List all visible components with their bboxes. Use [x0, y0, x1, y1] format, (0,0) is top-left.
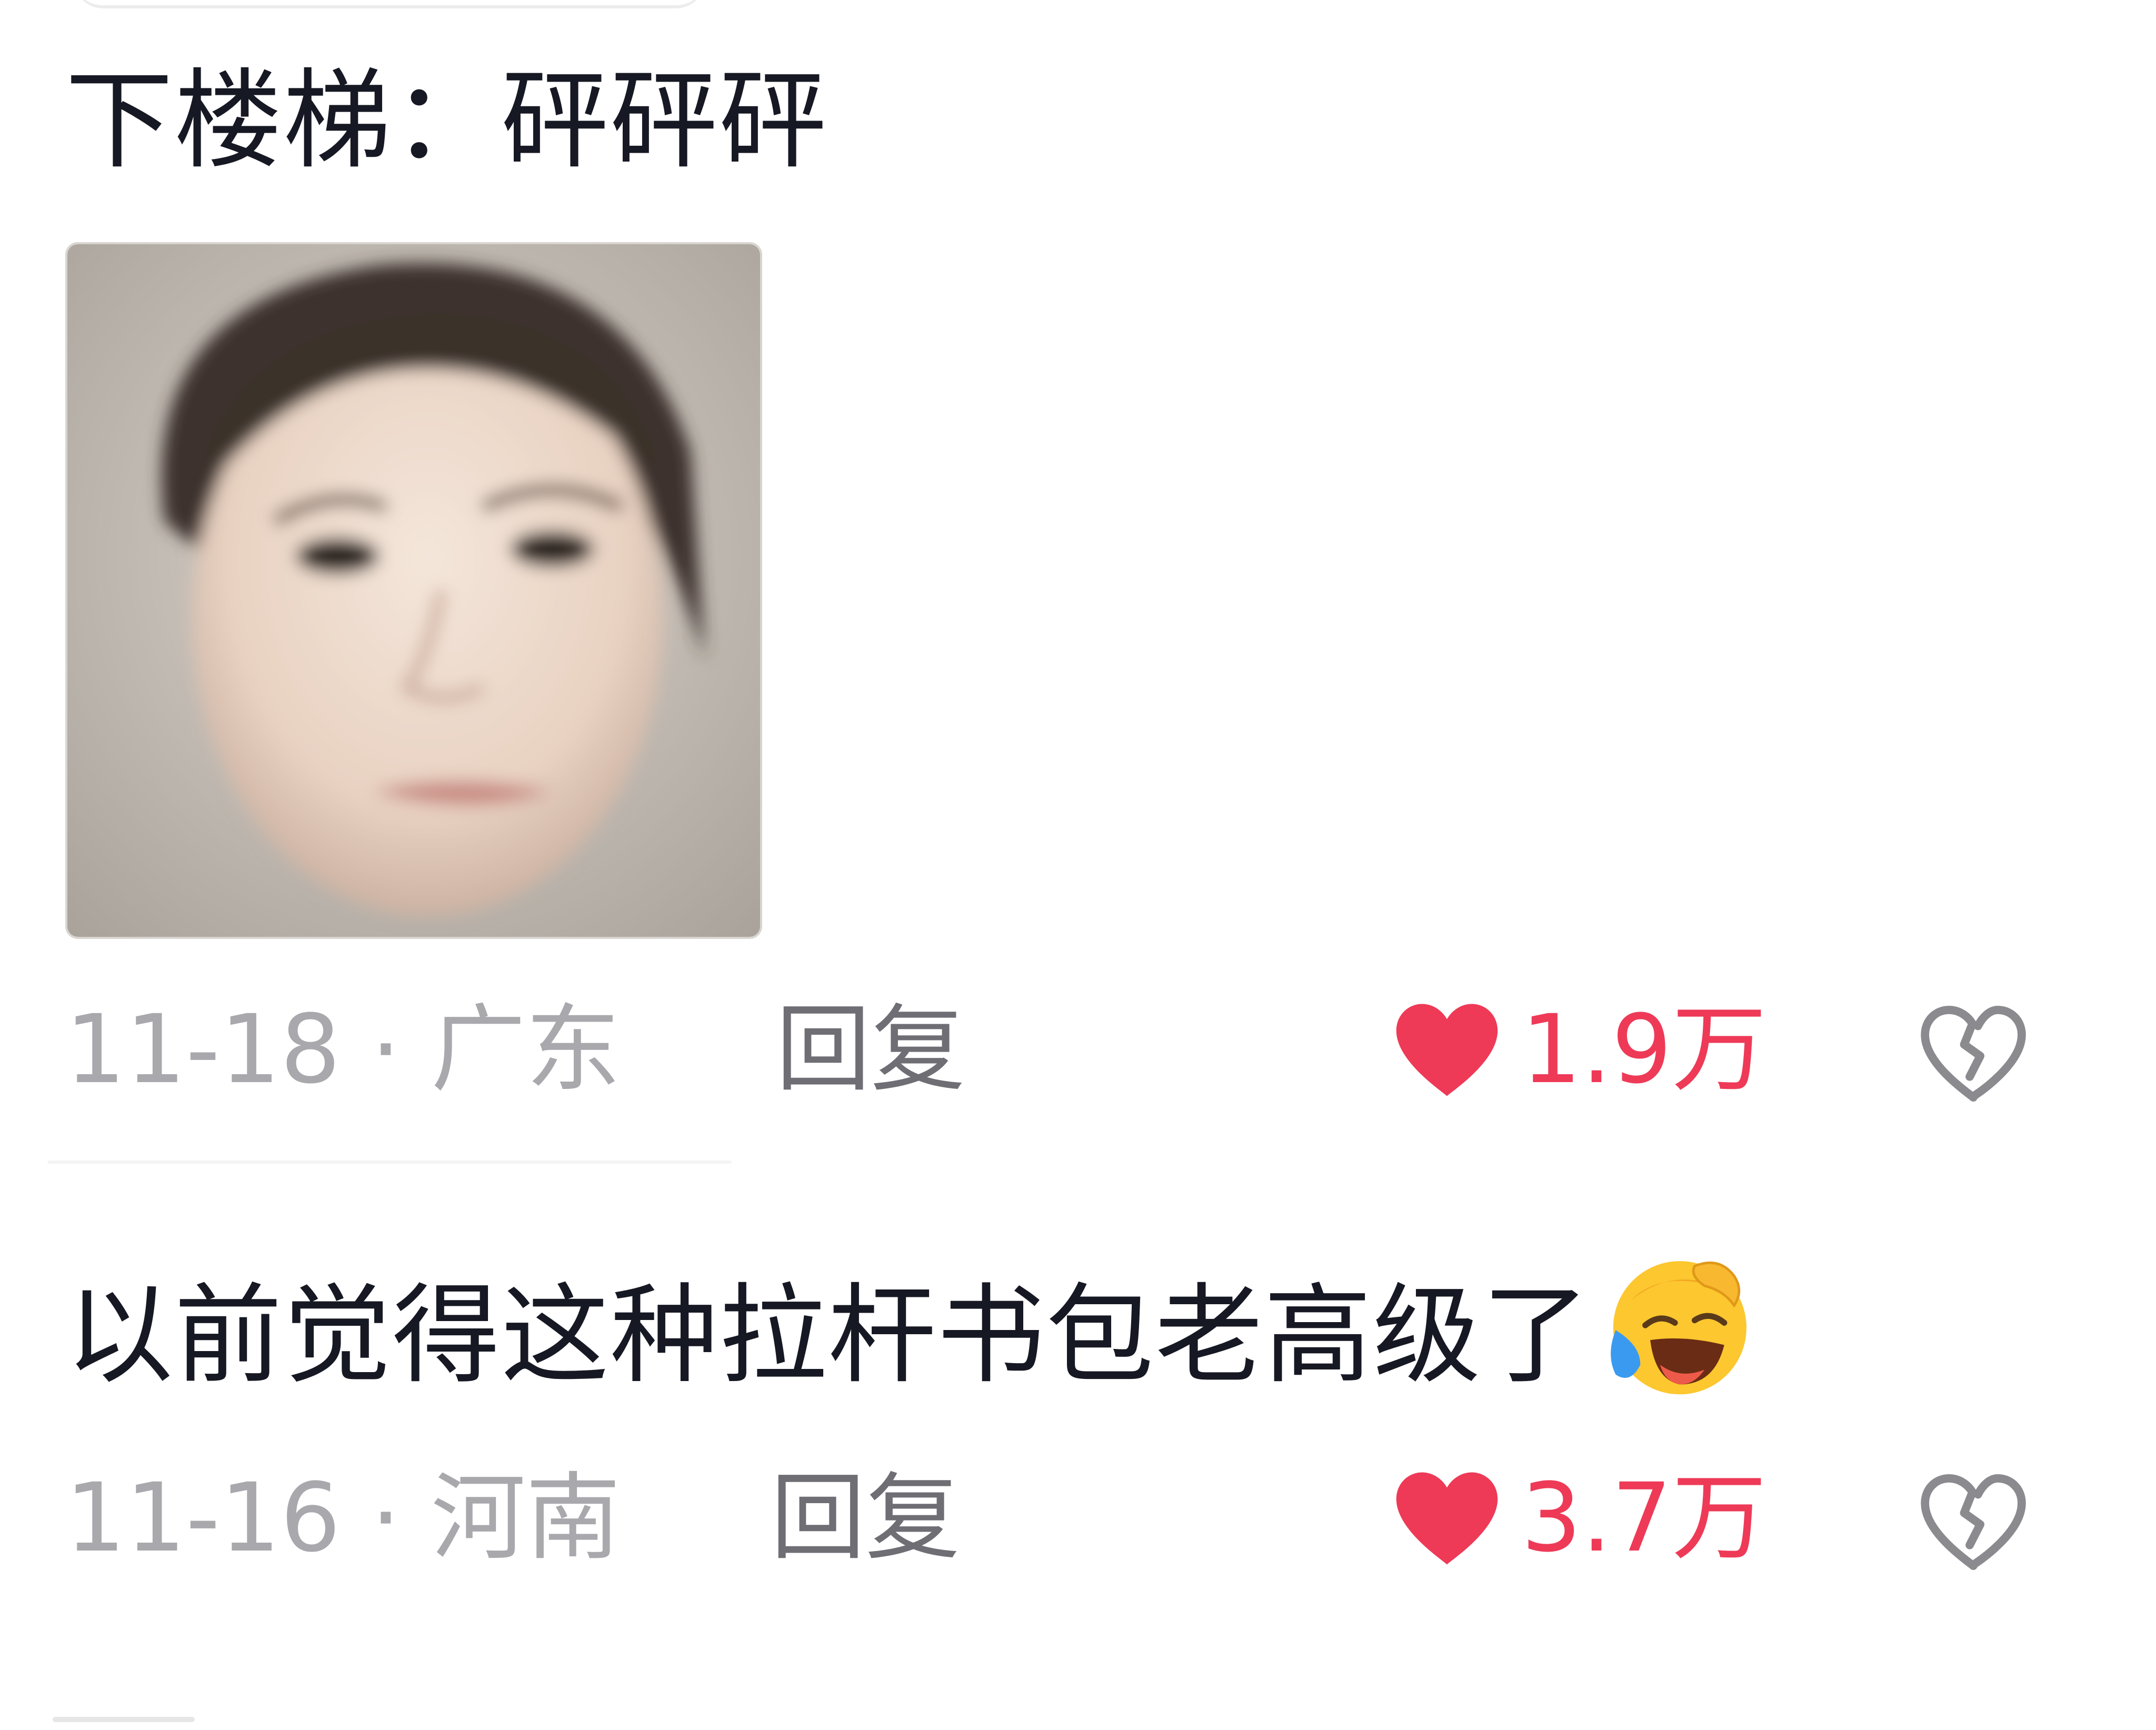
heart-icon [1396, 1004, 1498, 1096]
date-location: 11-16 · 河南 [65, 1458, 621, 1579]
broken-heart-icon[interactable] [1918, 1469, 2029, 1575]
comment-date: 11-16 [65, 1463, 341, 1573]
comment-location: 河南 [431, 1463, 621, 1573]
comment-location: 广东 [431, 995, 621, 1105]
date-location: 11-18 · 广东 [65, 989, 621, 1111]
comment-date: 11-18 [65, 995, 341, 1105]
separator: · [371, 1463, 401, 1573]
separator: · [371, 995, 401, 1105]
comment-meta: 11-16 · 河南 回复 3.7万 [65, 1458, 2156, 1579]
divider [47, 1161, 732, 1164]
comment-text: 下楼梯：砰砰砰 [65, 58, 828, 184]
comment-meta: 11-18 · 广东 回复 1.9万 [65, 989, 2156, 1111]
broken-heart-icon[interactable] [1918, 1001, 2029, 1106]
like-button[interactable]: 1.9万 [1392, 989, 1766, 1111]
crying-laughing-face-emoji [1611, 1261, 1746, 1395]
heart-icon [1396, 1472, 1498, 1565]
comment-text-body: 以前觉得这种拉杆书包老高级了 [65, 1273, 1591, 1398]
comment-image[interactable] [65, 242, 762, 939]
like-count: 1.9万 [1521, 995, 1767, 1105]
comment-text: 以前觉得这种拉杆书包老高级了 [65, 1246, 1754, 1404]
like-button[interactable]: 3.7万 [1392, 1458, 1766, 1579]
like-count: 3.7万 [1521, 1463, 1767, 1573]
divider [53, 1717, 195, 1722]
reply-button[interactable]: 回复 [771, 1458, 960, 1579]
previous-comment-edge [74, 0, 705, 8]
reply-button[interactable]: 回复 [776, 989, 965, 1111]
comment-list: 下楼梯：砰砰砰 11-18 · 广东 回复 1.9万 以前觉得这种拉杆书包老高级… [0, 0, 2156, 1730]
face-photo [67, 244, 760, 937]
